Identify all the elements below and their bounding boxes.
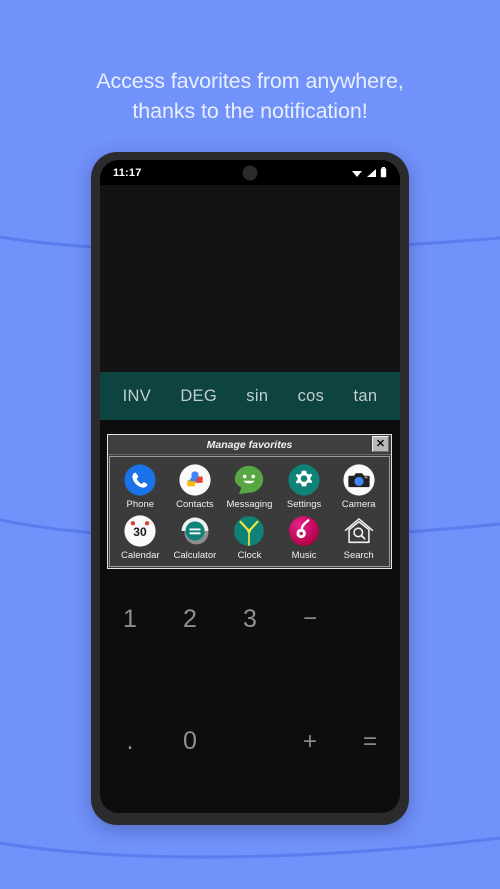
manage-favorites-title: Manage favorites xyxy=(206,438,293,451)
favorite-app-phone[interactable]: Phone xyxy=(113,463,167,510)
close-icon[interactable]: ✕ xyxy=(372,436,389,452)
favorite-label: Calculator xyxy=(173,550,217,561)
key-decimal[interactable]: . xyxy=(100,727,160,756)
func-key-tan[interactable]: tan xyxy=(353,387,377,406)
calculator-icon xyxy=(181,517,209,545)
key-2[interactable]: 2 xyxy=(160,605,220,634)
manage-favorites-panel: Manage favorites ✕ Phone Contacts Messag… xyxy=(107,434,392,569)
settings-icon xyxy=(288,464,320,496)
status-time: 11:17 xyxy=(113,166,142,179)
search-home-icon xyxy=(344,518,373,544)
favorite-app-contacts[interactable]: Contacts xyxy=(168,463,222,510)
key-3[interactable]: 3 xyxy=(220,605,280,634)
clock-icon xyxy=(234,516,265,547)
favorite-label: Messaging xyxy=(226,499,273,510)
music-icon xyxy=(289,516,319,546)
calendar-icon: 30 xyxy=(124,515,156,547)
favorites-row: 30 Calendar Calculator Clock Music Searc… xyxy=(113,514,386,561)
favorite-app-messaging[interactable]: Messaging xyxy=(222,463,276,510)
key-1[interactable]: 1 xyxy=(100,605,160,634)
phone-device-frame: 11:17 INV DEG sin cos tan 1 2 3 − . 0 + … xyxy=(91,152,409,825)
svg-text:30: 30 xyxy=(134,525,148,539)
keypad-row: . 0 + = xyxy=(100,681,400,803)
wifi-icon xyxy=(352,170,362,177)
favorite-label: Camera xyxy=(341,499,376,510)
contacts-icon xyxy=(179,464,211,496)
func-key-deg[interactable]: DEG xyxy=(180,387,217,406)
favorite-label: Clock xyxy=(237,550,262,561)
favorite-label: Phone xyxy=(126,499,155,510)
keypad-row: 1 2 3 − xyxy=(100,558,400,680)
func-key-cos[interactable]: cos xyxy=(298,387,325,406)
favorite-app-clock[interactable]: Clock xyxy=(222,514,276,561)
favorite-app-search[interactable]: Search xyxy=(332,514,386,561)
phone-icon xyxy=(124,464,156,496)
favorite-app-settings[interactable]: Settings xyxy=(277,463,331,510)
manage-favorites-header: Manage favorites ✕ xyxy=(108,435,391,455)
headline: Access favorites from anywhere, thanks t… xyxy=(0,66,500,126)
favorite-label: Music xyxy=(291,550,317,561)
favorite-app-camera[interactable]: Camera xyxy=(332,463,386,510)
front-camera-punchhole xyxy=(242,165,258,180)
headline-line-2: thanks to the notification! xyxy=(132,99,368,123)
favorite-label: Settings xyxy=(286,499,322,510)
favorites-row: Phone Contacts Messaging Settings Camera xyxy=(113,463,386,510)
messaging-icon xyxy=(235,465,264,495)
calculator-display xyxy=(100,185,400,372)
func-key-inv[interactable]: INV xyxy=(123,387,151,406)
bg-curve-bottom xyxy=(0,836,500,859)
favorite-app-calendar[interactable]: 30 Calendar xyxy=(113,514,167,561)
battery-icon xyxy=(380,167,387,178)
manage-favorites-body: Phone Contacts Messaging Settings Camera… xyxy=(109,456,390,567)
favorite-label: Search xyxy=(343,550,374,561)
favorite-app-music[interactable]: Music xyxy=(277,514,331,561)
key-0[interactable]: 0 xyxy=(160,727,220,756)
favorite-label: Contacts xyxy=(176,499,214,510)
signal-icon xyxy=(367,168,376,177)
func-key-sin[interactable]: sin xyxy=(246,387,268,406)
key-minus[interactable]: − xyxy=(280,605,340,633)
key-equals[interactable]: = xyxy=(340,728,400,756)
key-plus[interactable]: + xyxy=(280,728,340,756)
calculator-function-row: INV DEG sin cos tan xyxy=(100,372,400,420)
status-bar: 11:17 xyxy=(100,160,400,185)
status-icon-group xyxy=(351,167,387,178)
favorite-app-calculator[interactable]: Calculator xyxy=(168,514,222,561)
phone-screen: 11:17 INV DEG sin cos tan 1 2 3 − . 0 + … xyxy=(100,160,400,813)
headline-line-1: Access favorites from anywhere, xyxy=(96,69,404,93)
favorite-label: Calendar xyxy=(121,550,160,561)
camera-icon xyxy=(343,464,375,496)
